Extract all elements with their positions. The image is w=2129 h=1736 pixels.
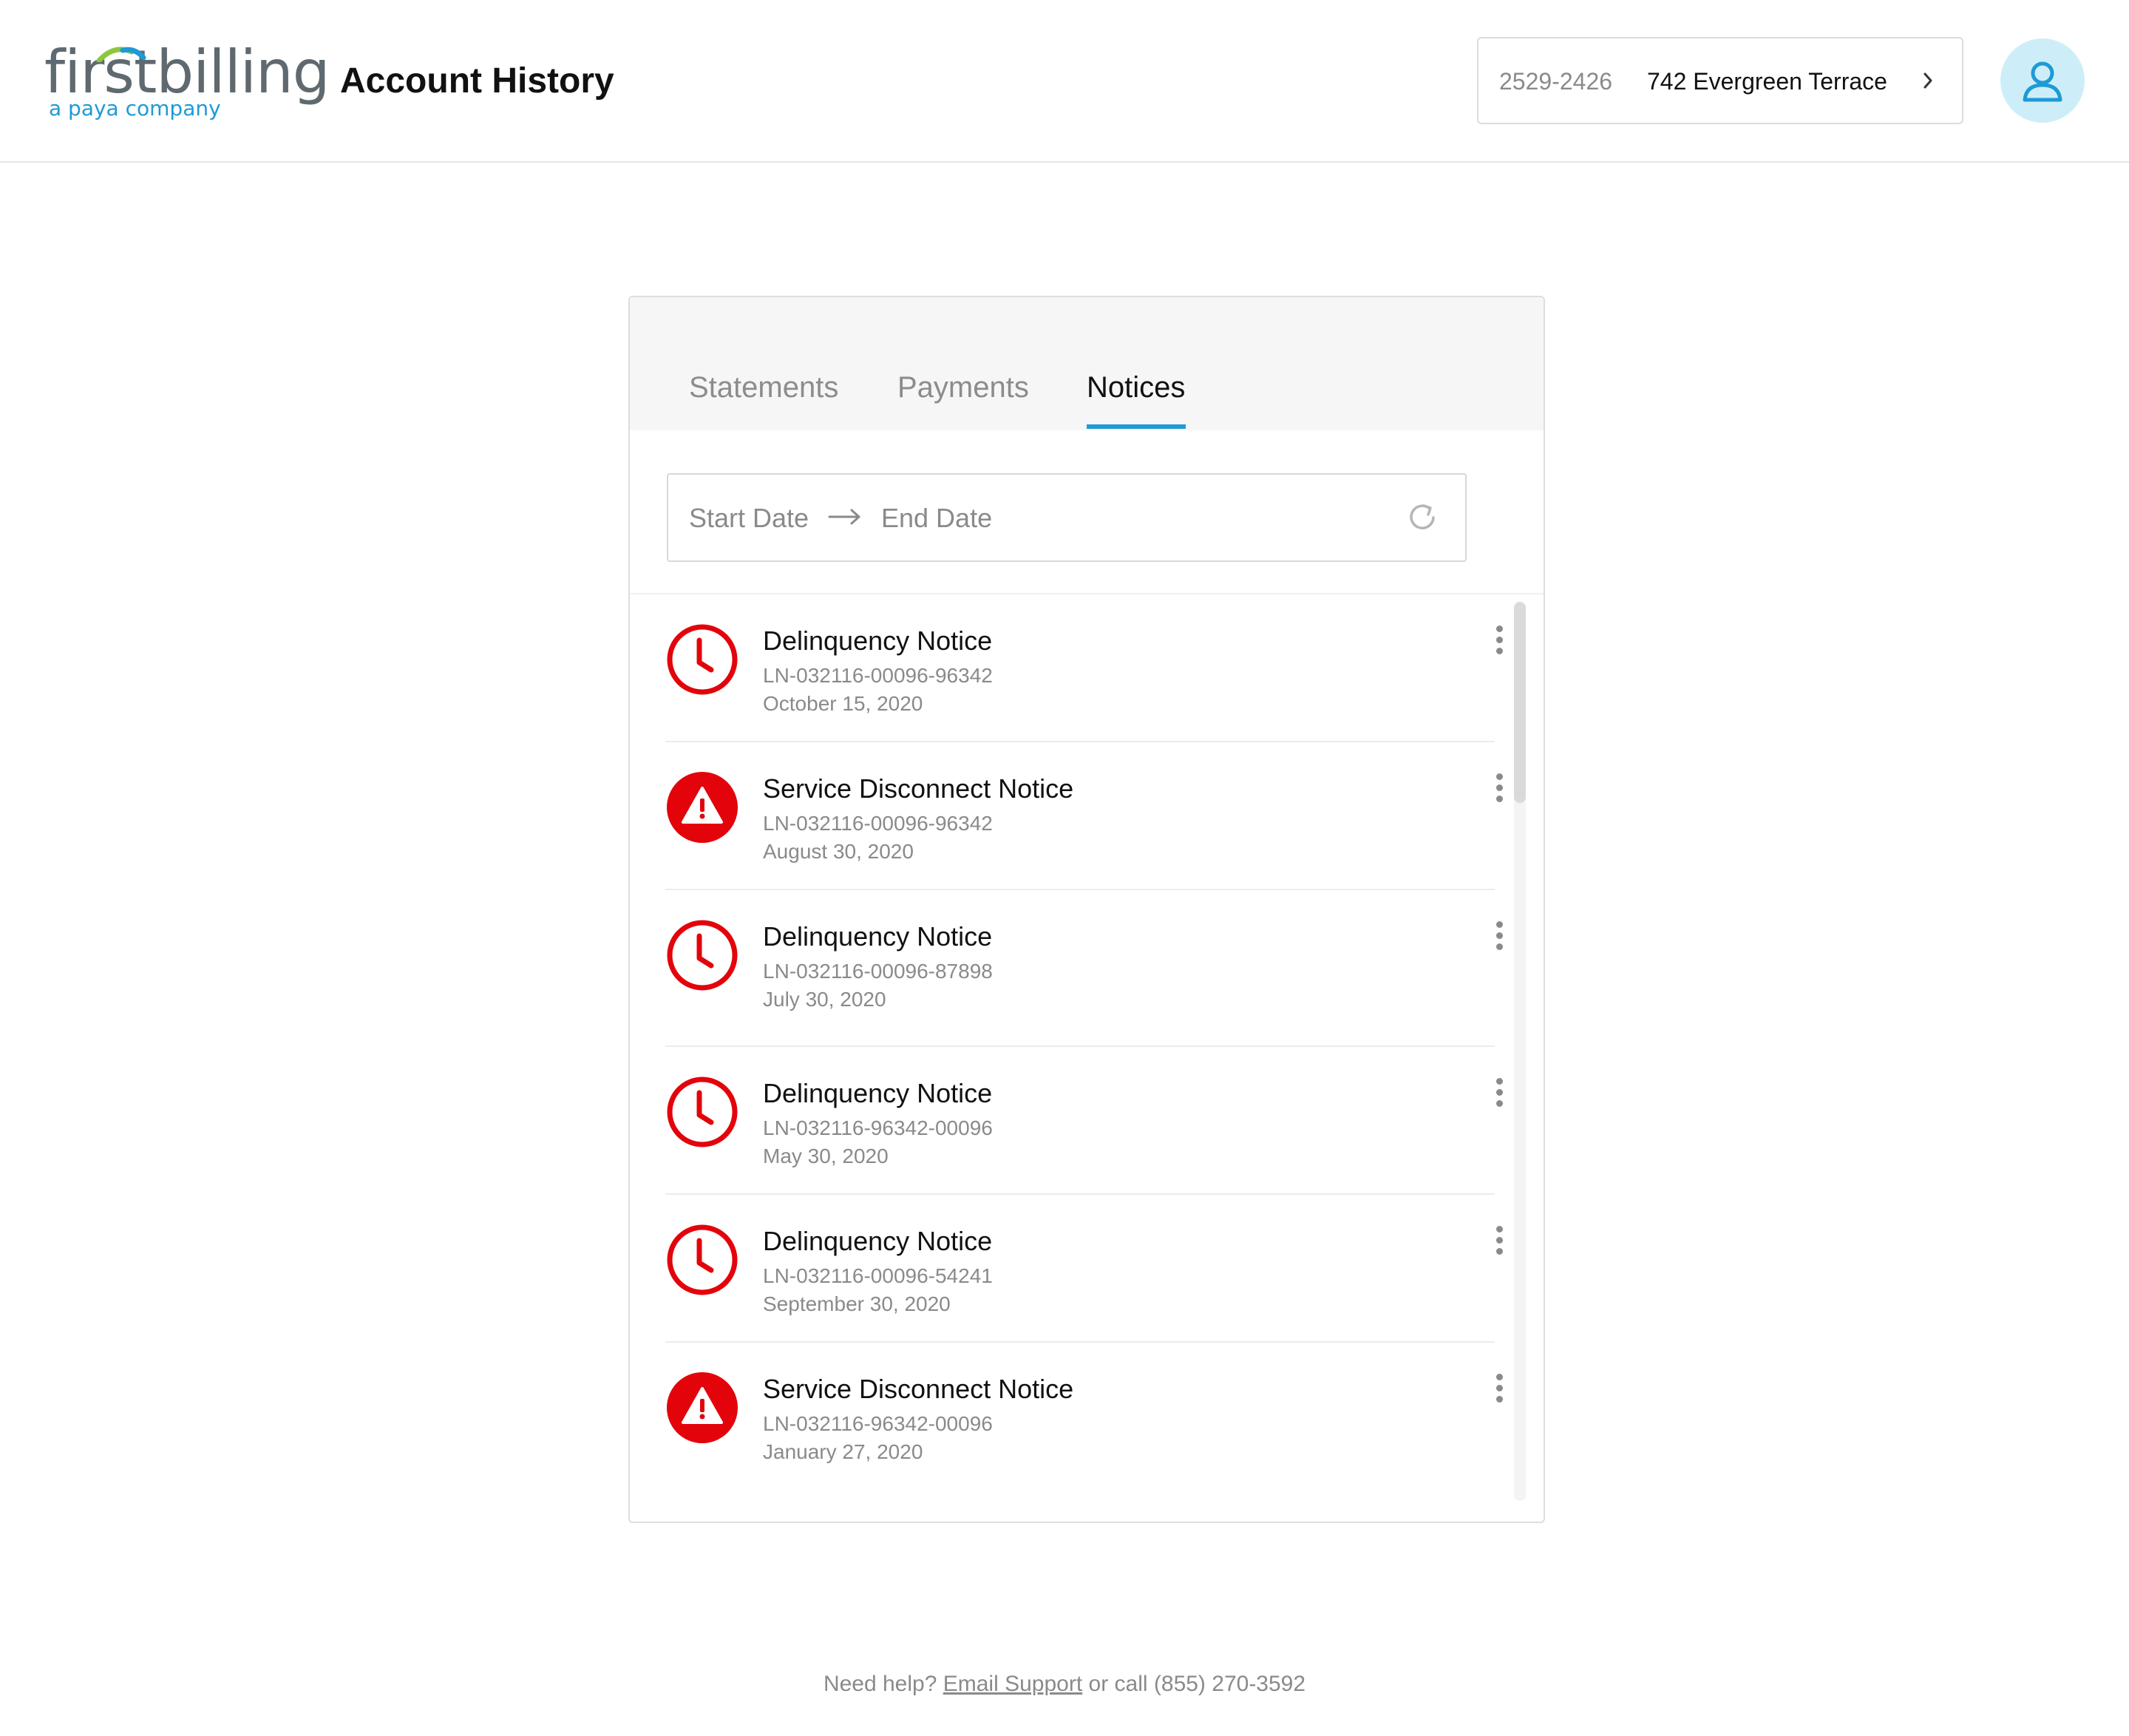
arrow-right-icon: [828, 509, 860, 525]
tab-notices[interactable]: Notices: [1087, 368, 1185, 407]
notice-title: Delinquency Notice: [763, 921, 993, 952]
notice-reference: LN-032116-00096-96342: [763, 812, 993, 835]
notice-date: September 30, 2020: [763, 1292, 951, 1315]
notice-reference: LN-032116-00096-54241: [763, 1264, 993, 1287]
start-date-field[interactable]: Start Date: [689, 501, 809, 535]
user-avatar-button[interactable]: [2000, 38, 2085, 123]
more-options-icon[interactable]: [1492, 920, 1507, 952]
notice-title: Service Disconnect Notice: [763, 773, 1074, 804]
notice-reference: LN-032116-96342-00096: [763, 1412, 993, 1435]
more-options-icon[interactable]: [1492, 1224, 1507, 1257]
history-tabs: Statements Payments Notices: [630, 297, 1544, 430]
email-support-link[interactable]: Email Support: [943, 1672, 1082, 1696]
help-footer: Need help? Email Support or call (855) 2…: [0, 1669, 2129, 1699]
more-options-icon[interactable]: [1492, 772, 1507, 804]
user-icon: [2023, 61, 2062, 102]
notice-reference: LN-032116-00096-96342: [763, 664, 993, 687]
history-card: Statements Payments Notices Start Date E…: [628, 296, 1545, 1523]
chevron-right-icon: [1923, 72, 1932, 89]
notice-date: May 30, 2020: [763, 1145, 889, 1167]
more-options-icon[interactable]: [1492, 624, 1507, 657]
date-range-picker[interactable]: Start Date End Date: [667, 473, 1467, 562]
more-options-icon[interactable]: [1492, 1372, 1507, 1405]
help-phone: or call (855) 270-3592: [1088, 1672, 1306, 1696]
list-item[interactable]: Delinquency Notice LN-032116-00096-96342…: [665, 594, 1503, 742]
list-item[interactable]: Delinquency Notice LN-032116-96342-00096…: [665, 1047, 1503, 1195]
clock-icon: [667, 1224, 738, 1295]
clock-icon: [667, 624, 738, 695]
logo-wordmark: firstbilling: [44, 38, 330, 106]
list-item[interactable]: Service Disconnect Notice LN-032116-9634…: [665, 1343, 1503, 1491]
notice-date: July 30, 2020: [763, 988, 886, 1011]
warning-icon: [667, 1372, 738, 1443]
notice-date: January 27, 2020: [763, 1440, 923, 1463]
account-number: 2529-2426: [1499, 68, 1613, 95]
logo-arc-icon: [96, 47, 146, 62]
notice-title: Delinquency Notice: [763, 1226, 993, 1256]
scrollbar-thumb[interactable]: [1514, 602, 1526, 803]
end-date-field[interactable]: End Date: [881, 501, 992, 535]
list-item[interactable]: Service Disconnect Notice LN-032116-0009…: [665, 742, 1503, 890]
notice-date: October 15, 2020: [763, 692, 923, 715]
refresh-icon[interactable]: [1406, 501, 1439, 534]
notices-list: Delinquency Notice LN-032116-00096-96342…: [630, 593, 1544, 1511]
active-tab-indicator: [1087, 424, 1186, 429]
clock-icon: [667, 920, 738, 991]
tab-payments[interactable]: Payments: [897, 368, 1029, 407]
account-selector[interactable]: 2529-2426 742 Evergreen Terrace: [1477, 37, 1963, 124]
top-header: firstbilling a paya company Account Hist…: [0, 0, 2129, 163]
scrollbar-track[interactable]: [1514, 602, 1526, 1501]
tab-statements[interactable]: Statements: [689, 368, 838, 407]
warning-icon: [667, 772, 738, 843]
help-prefix: Need help?: [823, 1672, 937, 1696]
list-item[interactable]: Delinquency Notice LN-032116-00096-54241…: [665, 1195, 1503, 1343]
notice-reference: LN-032116-96342-00096: [763, 1116, 993, 1139]
clock-icon: [667, 1076, 738, 1147]
firstbilling-logo[interactable]: firstbilling a paya company: [44, 43, 330, 124]
notice-title: Service Disconnect Notice: [763, 1374, 1074, 1404]
notice-title: Delinquency Notice: [763, 625, 993, 656]
notice-reference: LN-032116-00096-87898: [763, 960, 993, 983]
notice-title: Delinquency Notice: [763, 1078, 993, 1108]
more-options-icon[interactable]: [1492, 1076, 1507, 1109]
account-address: 742 Evergreen Terrace: [1647, 68, 1887, 95]
list-item[interactable]: Delinquency Notice LN-032116-00096-87898…: [665, 890, 1503, 1047]
logo-tagline: a paya company: [49, 96, 221, 121]
notice-date: August 30, 2020: [763, 840, 914, 863]
page-title: Account History: [340, 61, 614, 101]
